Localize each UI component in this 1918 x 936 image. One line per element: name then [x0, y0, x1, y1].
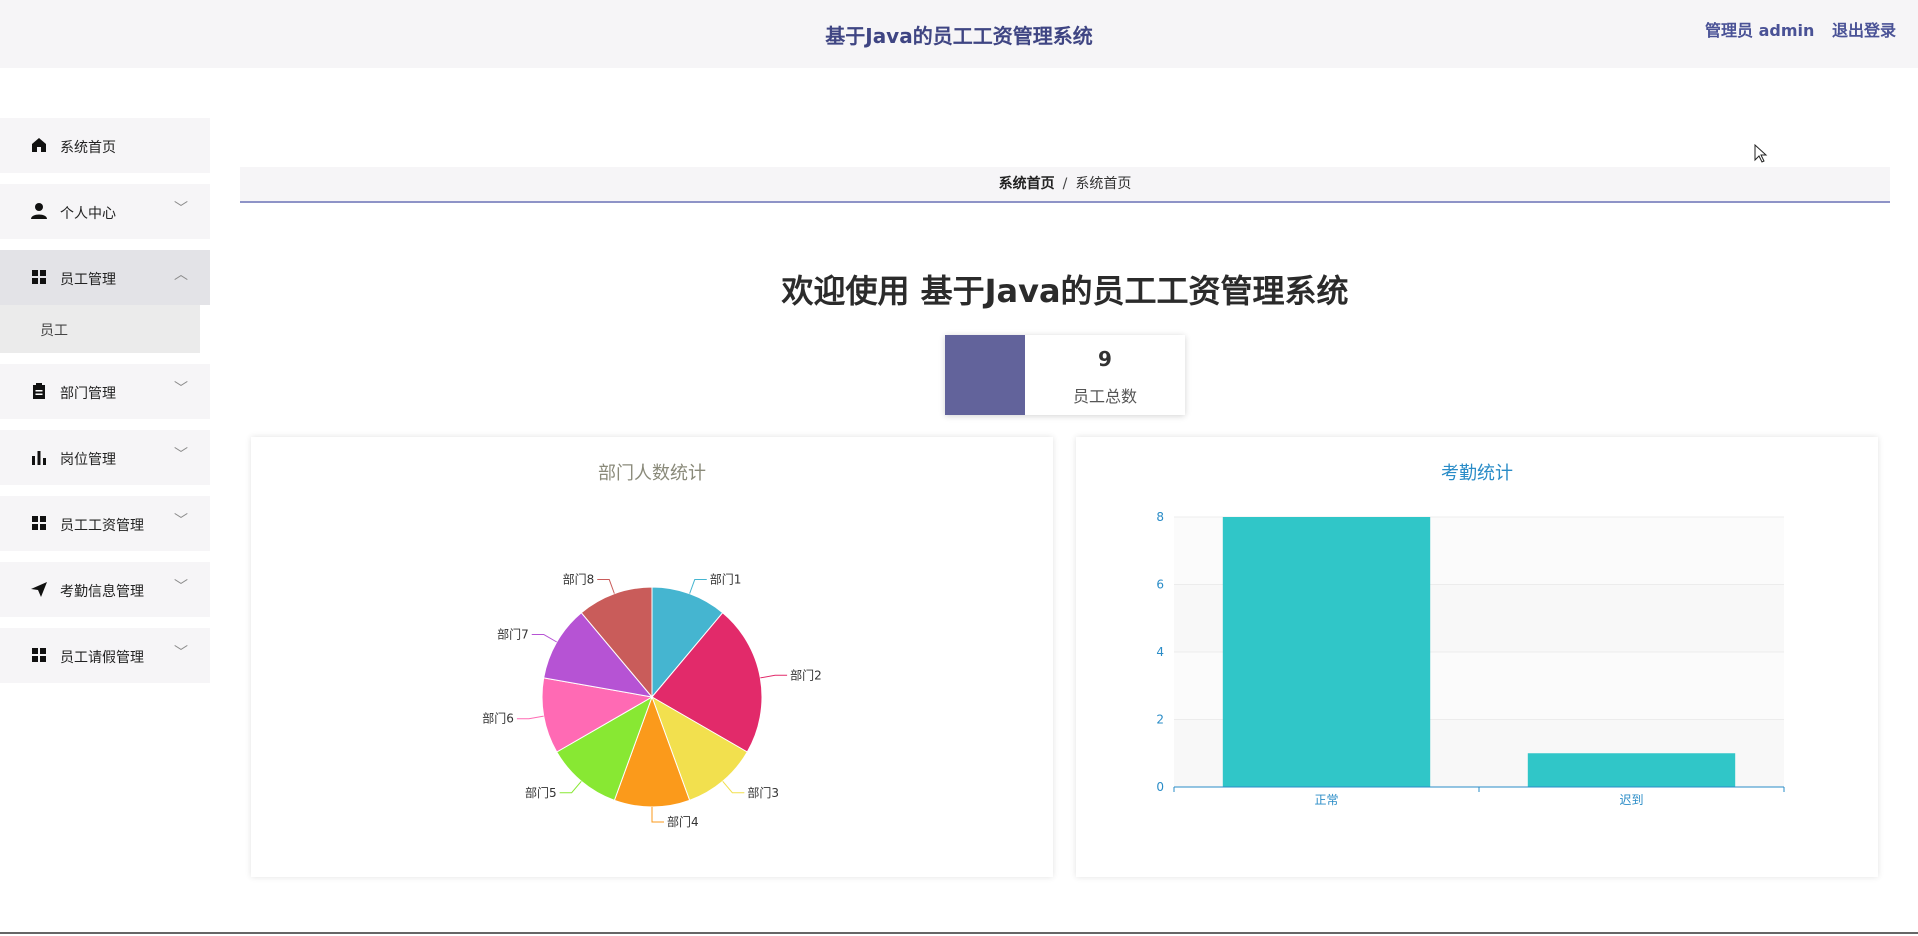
- chevron-up-icon: ︿: [174, 264, 188, 284]
- y-tick-label: 8: [1156, 510, 1164, 524]
- y-tick-label: 2: [1156, 713, 1164, 727]
- logout-link[interactable]: 退出登录: [1832, 21, 1896, 40]
- pie-label-line: [760, 675, 787, 678]
- sidebar: 系统首页 个人中心 ﹀ 员工管理 ︿ 员工 部门管理 ﹀ 岗位管理 ﹀: [0, 118, 210, 694]
- chevron-down-icon: ﹀: [174, 444, 188, 464]
- sidebar-item-label: 个人中心: [60, 203, 116, 223]
- sidebar-item-home[interactable]: 系统首页: [0, 118, 210, 173]
- home-icon: [30, 136, 48, 154]
- pie-slice-label: 部门4: [667, 814, 699, 829]
- attendance-bar-chart: 0 2 4 6 8 正常 迟到: [1076, 437, 1878, 877]
- pie-slice-label: 部门8: [563, 572, 595, 587]
- stat-label: 员工总数: [1025, 383, 1185, 407]
- pie-slice-label: 部门1: [710, 572, 742, 587]
- grid-icon: [30, 646, 48, 664]
- stat-value: 9: [1025, 347, 1185, 371]
- sidebar-item-leave[interactable]: 员工请假管理 ﹀: [0, 628, 210, 683]
- breadcrumb-separator: /: [1063, 176, 1068, 192]
- pie-slice-label: 部门5: [525, 785, 557, 800]
- sidebar-item-label: 部门管理: [60, 383, 116, 403]
- bar-chart-icon: [30, 448, 48, 466]
- grid-icon: [30, 514, 48, 532]
- chevron-down-icon: ﹀: [174, 510, 188, 530]
- pie-label-line: [532, 635, 557, 643]
- mouse-cursor-icon: [1754, 144, 1768, 164]
- chevron-down-icon: ﹀: [174, 642, 188, 662]
- y-tick-label: 0: [1156, 780, 1164, 794]
- sidebar-item-label: 岗位管理: [60, 449, 116, 469]
- sidebar-item-personal[interactable]: 个人中心 ﹀: [0, 184, 210, 239]
- pie-slice-label: 部门3: [747, 785, 779, 800]
- department-pie-chart: 部门1 部门2 部门3 部门4 部门5 部门6 部门7 部门8: [251, 437, 1053, 877]
- sidebar-item-position[interactable]: 岗位管理 ﹀: [0, 430, 210, 485]
- chevron-down-icon: ﹀: [174, 576, 188, 596]
- x-tick-label: 正常: [1314, 793, 1338, 807]
- stat-color-block: [945, 335, 1025, 415]
- pie-label-line: [690, 580, 707, 594]
- department-pie-panel: 部门人数统计 部门1部门2部门3部门4部门5部门6部门7部门8: [251, 437, 1053, 877]
- employee-count-card: 9 员工总数: [945, 335, 1185, 415]
- sidebar-item-label: 员工请假管理: [60, 647, 144, 667]
- pie-slice-label: 部门2: [790, 667, 822, 682]
- sidebar-subitem-employee[interactable]: 员工: [0, 305, 200, 353]
- pie-label-line: [723, 781, 745, 792]
- pie-label-line: [652, 807, 664, 822]
- breadcrumb-root[interactable]: 系统首页: [999, 176, 1055, 192]
- grid-icon: [30, 268, 48, 286]
- y-tick-label: 4: [1156, 645, 1164, 659]
- x-tick-label: 迟到: [1619, 793, 1643, 807]
- sidebar-subitem-label: 员工: [40, 320, 68, 340]
- sidebar-item-label: 考勤信息管理: [60, 581, 144, 601]
- breadcrumb-current: 系统首页: [1075, 176, 1131, 192]
- attendance-bar-panel: 考勤统计 02468正常迟到: [1076, 437, 1878, 877]
- top-bar: 基于Java的员工工资管理系统 管理员 admin 退出登录: [0, 0, 1918, 68]
- pie-label-line: [597, 580, 614, 594]
- breadcrumb: 系统首页 / 系统首页: [240, 167, 1890, 203]
- bar: [1223, 517, 1430, 787]
- person-icon: [30, 202, 48, 220]
- app-title: 基于Java的员工工资管理系统: [0, 20, 1918, 49]
- pie-label-line: [560, 781, 582, 792]
- chevron-down-icon: ﹀: [174, 198, 188, 218]
- sidebar-item-salary[interactable]: 员工工资管理 ﹀: [0, 496, 210, 551]
- sidebar-item-label: 员工工资管理: [60, 515, 144, 535]
- sidebar-item-employee[interactable]: 员工管理 ︿: [0, 250, 210, 305]
- y-tick-label: 6: [1156, 578, 1164, 592]
- clipboard-icon: [30, 382, 48, 400]
- sidebar-item-department[interactable]: 部门管理 ﹀: [0, 364, 210, 419]
- welcome-heading: 欢迎使用 基于Java的员工工资管理系统: [240, 266, 1890, 312]
- user-box: 管理员 admin 退出登录: [1705, 17, 1896, 41]
- pie-slice-label: 部门7: [497, 627, 529, 642]
- bar: [1528, 753, 1735, 787]
- send-icon: [30, 580, 48, 598]
- sidebar-item-label: 系统首页: [60, 137, 116, 157]
- sidebar-item-label: 员工管理: [60, 269, 116, 289]
- chevron-down-icon: ﹀: [174, 378, 188, 398]
- pie-slice-label: 部门6: [482, 711, 514, 726]
- user-name: 管理员 admin: [1705, 21, 1814, 40]
- bottom-divider: [0, 932, 1918, 934]
- sidebar-item-attendance[interactable]: 考勤信息管理 ﹀: [0, 562, 210, 617]
- pie-label-line: [517, 716, 544, 719]
